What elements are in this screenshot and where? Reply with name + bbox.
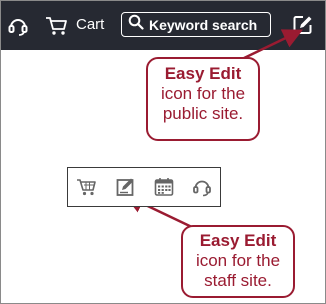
public-easy-edit-callout: Easy Edit icon for the public site. xyxy=(146,57,260,141)
public-callout-title: Easy Edit xyxy=(164,64,242,83)
staff-site-toolbar xyxy=(67,167,221,207)
cart-link[interactable]: Cart xyxy=(76,16,104,34)
public-callout-line2: icon for the xyxy=(160,84,246,103)
search-placeholder: Keyword search xyxy=(149,16,258,33)
staff-callout-line2: icon for the xyxy=(195,251,281,270)
public-site-header: Cart Keyword search xyxy=(1,1,325,50)
headset-icon[interactable] xyxy=(7,15,29,42)
staff-callout-line3: staff site. xyxy=(204,271,272,290)
public-callout-line3: public site. xyxy=(162,104,244,123)
search-icon xyxy=(128,14,144,35)
easy-edit-icon[interactable] xyxy=(292,14,314,41)
staff-callout-title: Easy Edit xyxy=(199,231,277,250)
keyword-search-box[interactable]: Keyword search xyxy=(121,12,271,37)
easy-edit-icon[interactable] xyxy=(116,177,136,202)
headset-icon[interactable] xyxy=(192,177,212,202)
calendar-icon[interactable] xyxy=(154,177,174,202)
cart-icon[interactable] xyxy=(76,177,98,202)
cart-icon[interactable] xyxy=(45,15,69,42)
staff-easy-edit-callout: Easy Edit icon for the staff site. xyxy=(181,225,295,298)
